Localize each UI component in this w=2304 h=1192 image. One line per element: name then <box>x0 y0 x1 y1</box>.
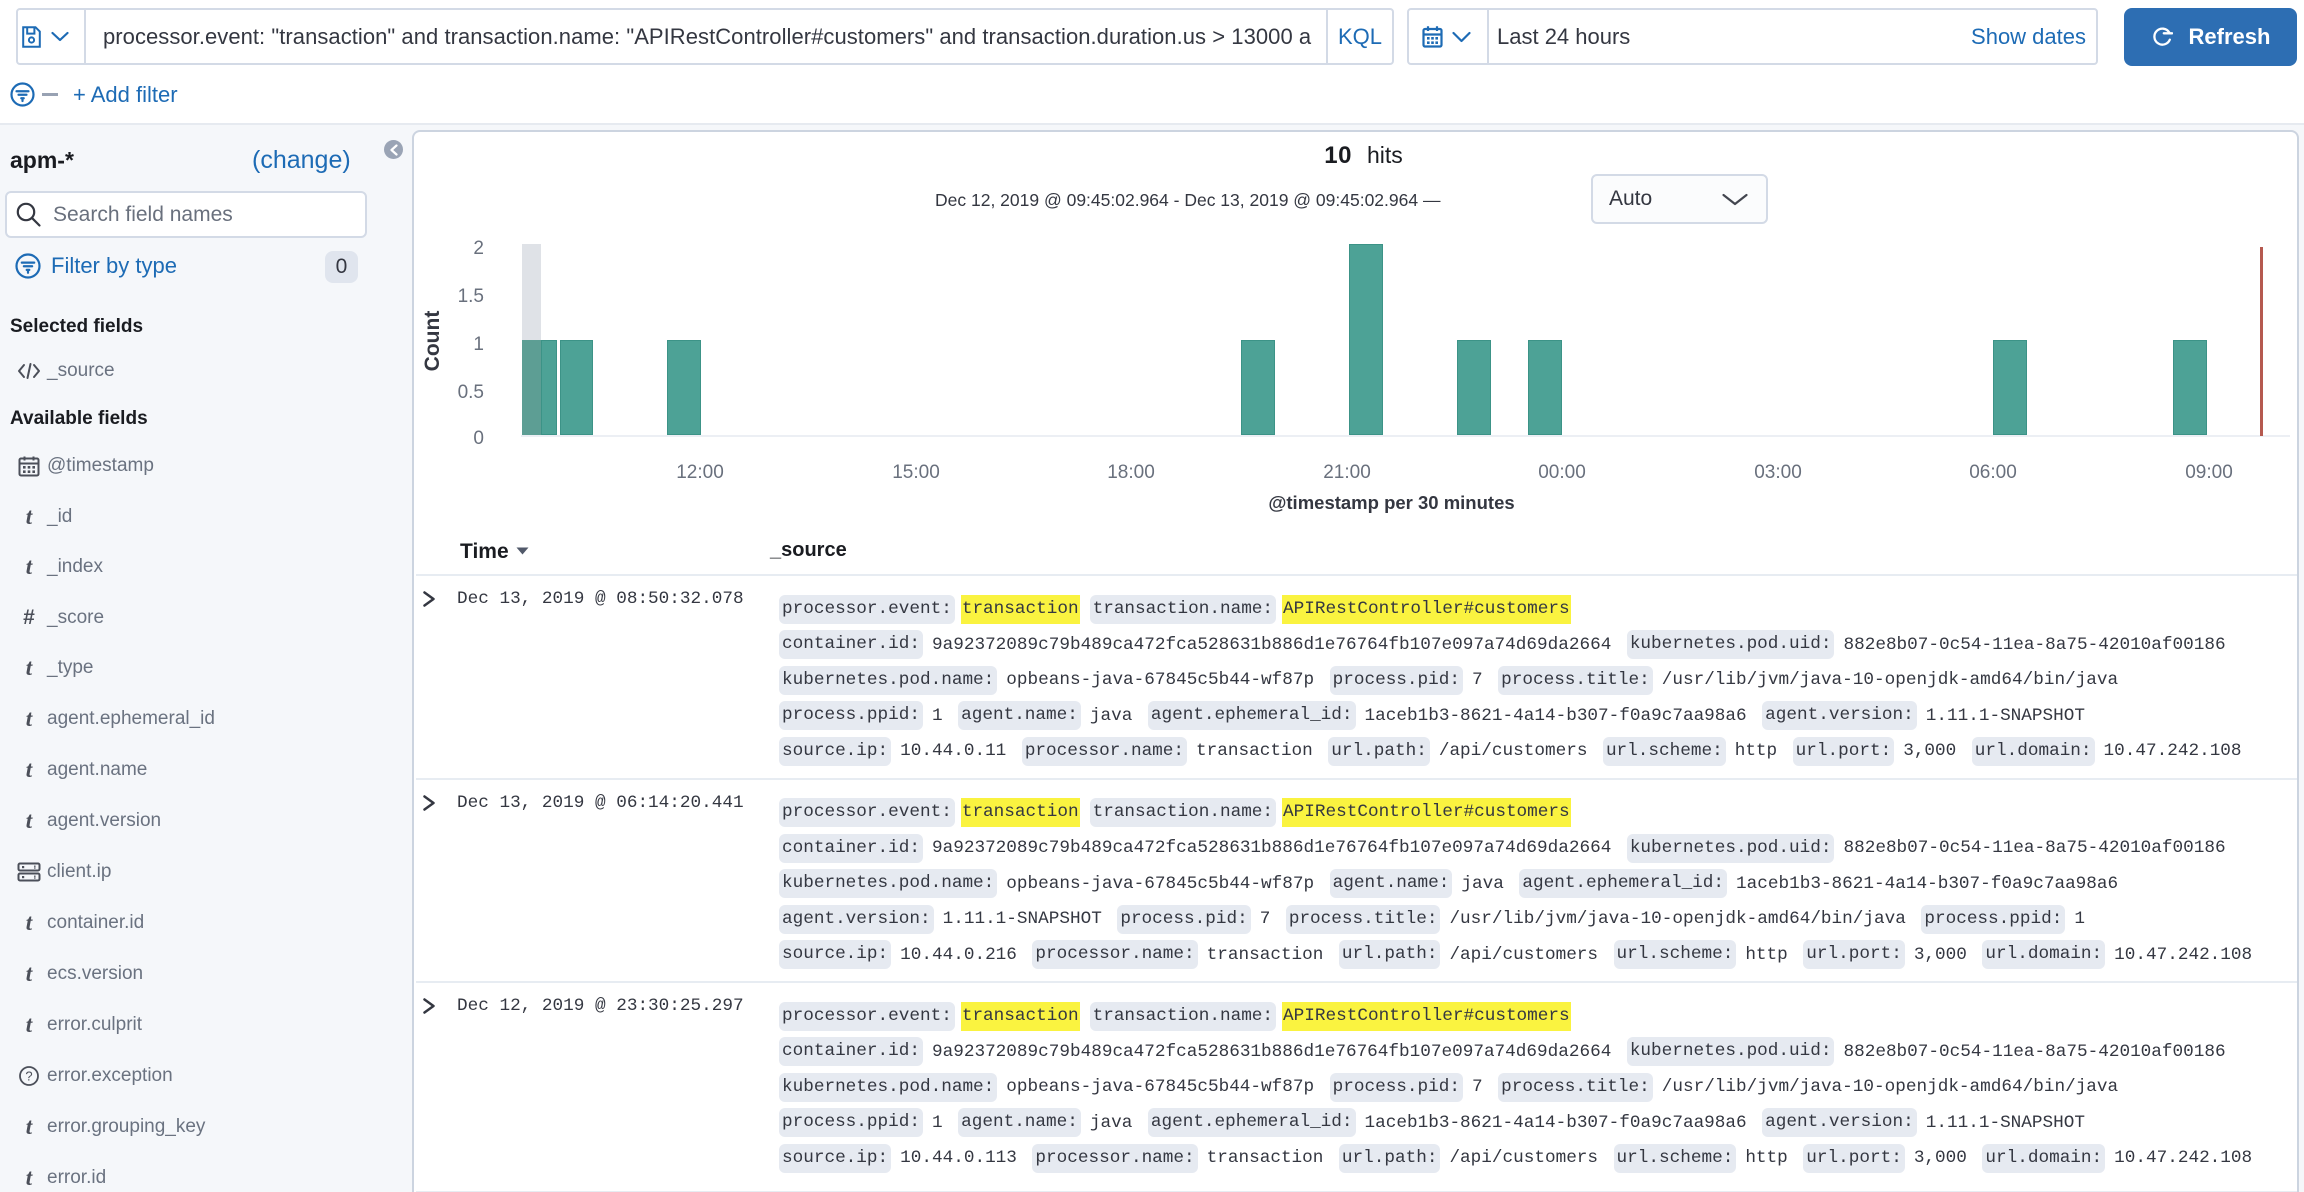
svg-text:?: ? <box>25 1069 32 1084</box>
